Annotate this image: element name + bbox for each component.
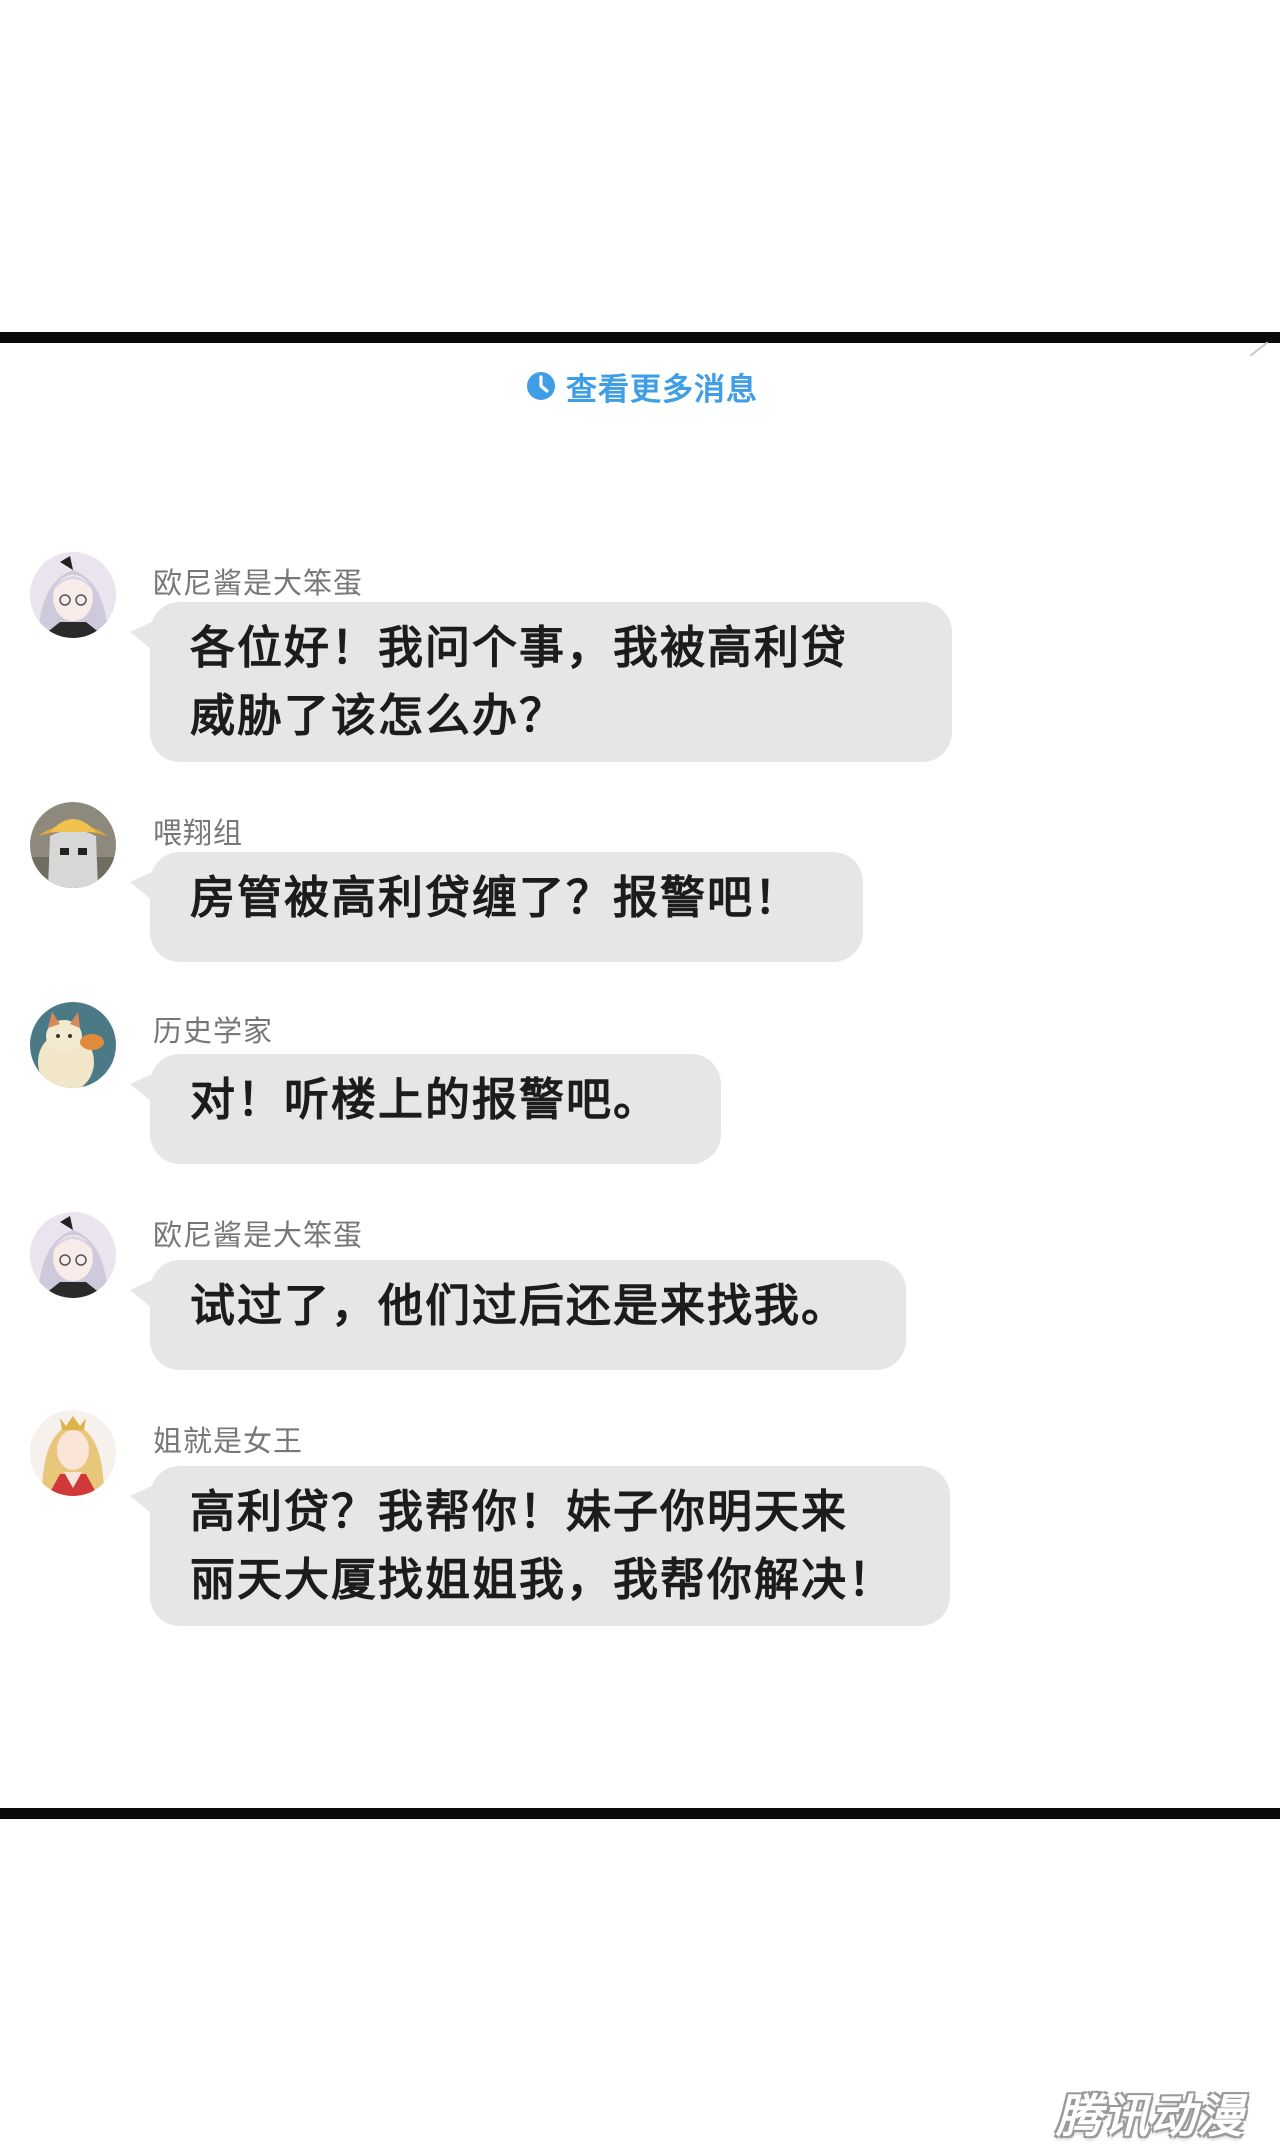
message-bubble[interactable]: 高利贷？我帮你！妹子你明天来 丽天大厦找姐姐我，我帮你解决！ [130, 1466, 950, 1626]
sender-name: 欧尼酱是大笨蛋 [153, 566, 364, 600]
message-line: 高利贷？我帮你！妹子你明天来 [190, 1485, 849, 1538]
sender-name: 姐就是女王 [153, 1424, 304, 1458]
avatar-silver-hair-girl-icon [30, 1212, 116, 1298]
message-line: 各位好！我问个事，我被高利贷 [190, 621, 849, 674]
load-more-button[interactable]: 查看更多消息 [526, 364, 758, 408]
message-bubble[interactable]: 各位好！我问个事，我被高利贷 威胁了该怎么办？ [130, 602, 952, 762]
avatar-ghost-hat-icon [30, 802, 116, 888]
message-line: 试过了，他们过后还是来找我。 [190, 1279, 849, 1332]
message-bubble[interactable]: 对！听楼上的报警吧。 [130, 1054, 721, 1164]
avatar-silver-hair-girl-icon [30, 552, 116, 638]
bottom-divider [0, 1808, 1280, 1819]
avatar[interactable] [30, 802, 116, 888]
panel-corner-mark [1249, 341, 1269, 357]
load-more-label: 查看更多消息 [566, 371, 758, 408]
avatar[interactable] [30, 552, 116, 638]
sender-name: 历史学家 [153, 1014, 274, 1048]
bubble-tail [130, 622, 152, 650]
sender-name: 欧尼酱是大笨蛋 [153, 1218, 364, 1252]
avatar[interactable] [30, 1212, 116, 1298]
message-bubble[interactable]: 房管被高利贷缠了？报警吧！ [130, 852, 863, 962]
bubble-tail [130, 1486, 152, 1514]
message-line: 威胁了该怎么办？ [190, 689, 567, 742]
top-divider [0, 332, 1280, 343]
clock-icon [527, 372, 555, 400]
avatar-blonde-queen-icon [30, 1410, 116, 1496]
bubble-tail [130, 872, 152, 900]
message-line: 房管被高利贷缠了？报警吧！ [190, 871, 802, 924]
message-bubble[interactable]: 试过了，他们过后还是来找我。 [130, 1260, 906, 1370]
bubble-tail [130, 1280, 152, 1308]
avatar[interactable] [30, 1410, 116, 1496]
watermark: 腾讯动漫 [1056, 2089, 1244, 2143]
message-line: 丽天大厦找姐姐我，我帮你解决！ [190, 1553, 896, 1606]
message-line: 对！听楼上的报警吧。 [190, 1073, 661, 1126]
bubble-tail [130, 1074, 152, 1102]
avatar-cat-with-fish-icon [30, 1002, 116, 1088]
sender-name: 喂翔组 [153, 816, 244, 850]
avatar[interactable] [30, 1002, 116, 1088]
